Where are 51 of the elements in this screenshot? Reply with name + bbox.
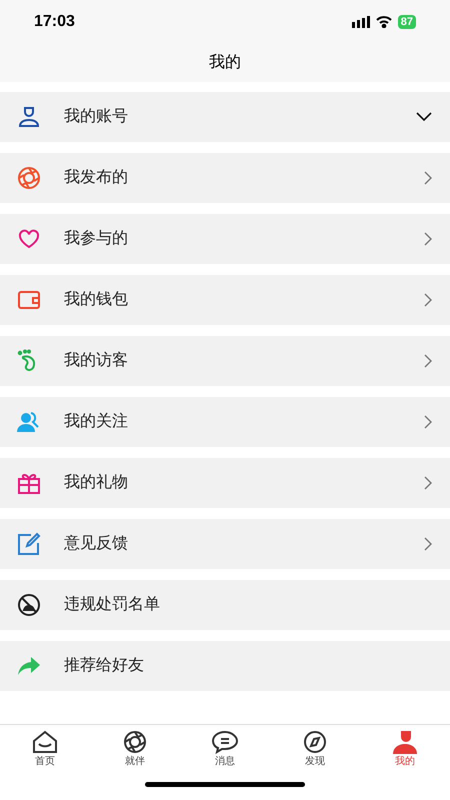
chevron-right-icon [424, 354, 432, 368]
chevron-right-icon [424, 415, 432, 429]
menu-item[interactable]: 我的礼物 [0, 458, 450, 508]
house-icon [32, 730, 58, 754]
battery-indicator: 87 [398, 15, 416, 29]
menu-label: 我的礼物 [64, 472, 129, 493]
menu-item[interactable]: 意见反馈 [0, 519, 450, 569]
menu-label: 我参与的 [64, 228, 129, 249]
menu-label: 我发布的 [64, 168, 129, 188]
menu-label: 我的访客 [64, 350, 129, 371]
person-icon [392, 730, 418, 754]
tab-item[interactable]: 我的 [360, 725, 450, 769]
person-icon [17, 105, 41, 129]
menu-label: 我的钱包 [64, 290, 129, 310]
aperture-icon [17, 166, 41, 190]
menu-item[interactable]: 我的访客 [0, 336, 450, 386]
menu-item[interactable]: 我参与的 [0, 214, 450, 264]
menu-item[interactable]: 我的关注 [0, 397, 450, 447]
chevron-right-icon [424, 171, 432, 185]
gift-icon [17, 471, 41, 495]
compass-icon [303, 730, 327, 754]
chevron-right-icon [424, 476, 432, 490]
wifi-icon [376, 16, 392, 28]
menu-label: 违规处罚名单 [64, 594, 161, 615]
menu-item[interactable]: 我的账号 [0, 92, 450, 142]
aperture-icon [123, 730, 147, 754]
tab-item[interactable]: 首页 [0, 725, 90, 769]
menu-item[interactable]: 我发布的 [0, 153, 450, 203]
wallet-icon [17, 288, 41, 312]
status-time: 17:03 [34, 12, 75, 32]
menu-item[interactable]: 我的钱包 [0, 275, 450, 325]
menu-label: 意见反馈 [64, 534, 129, 554]
menu-label: 推荐给好友 [64, 656, 145, 676]
menu-item[interactable]: 推荐给好友 [0, 641, 450, 691]
chevron-right-icon [424, 293, 432, 307]
menu-label: 我的关注 [64, 412, 129, 432]
chevron-right-icon [424, 537, 432, 551]
blocked-icon [17, 593, 41, 617]
chat-bubble-icon [212, 730, 238, 754]
menu-item[interactable]: 违规处罚名单 [0, 580, 450, 630]
heart-icon [17, 227, 41, 251]
chevron-right-icon [424, 232, 432, 246]
people-icon [17, 410, 41, 434]
chevron-down-icon [416, 112, 432, 122]
edit-icon [17, 532, 41, 556]
tab-item[interactable]: 发现 [270, 725, 360, 769]
page-title: 我的 [209, 52, 241, 73]
tab-item[interactable]: 消息 [180, 725, 270, 769]
tab-item[interactable]: 就伴 [90, 725, 180, 769]
signal-icon [352, 16, 370, 28]
menu-label: 我的账号 [64, 106, 129, 127]
